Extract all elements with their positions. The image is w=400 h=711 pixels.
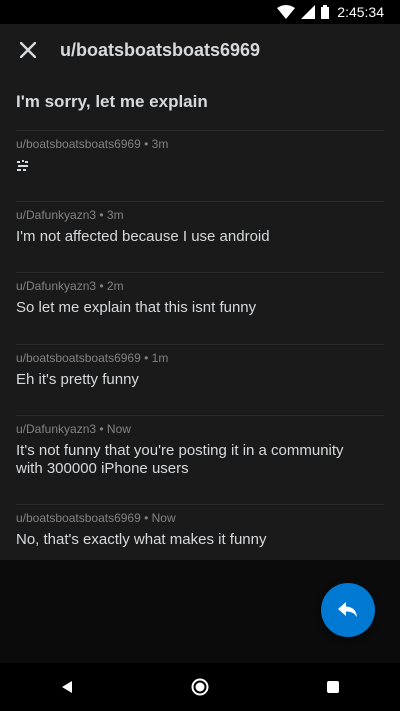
system-nav-bar bbox=[0, 663, 400, 711]
chat-title: u/boatsboatsboats6969 bbox=[60, 39, 261, 60]
back-button[interactable] bbox=[43, 663, 91, 711]
status-bar: 2:45:34 bbox=[0, 0, 400, 24]
message-meta: u/Dafunkyazn3 • 2m bbox=[16, 279, 124, 293]
message-item: u/boatsboatsboats6969 • 3m bbox=[16, 130, 384, 178]
chat-header: u/boatsboatsboats6969 bbox=[0, 24, 400, 76]
reply-button[interactable] bbox=[321, 583, 375, 637]
message-meta: u/Dafunkyazn3 • 3m bbox=[16, 208, 124, 222]
message-item: u/boatsboatsboats6969 • 1m Eh it's prett… bbox=[16, 344, 384, 389]
close-button[interactable] bbox=[16, 38, 40, 62]
recents-button[interactable] bbox=[309, 663, 357, 711]
battery-icon bbox=[321, 5, 330, 19]
message-item: u/boatsboatsboats6969 • Now No, that's e… bbox=[16, 504, 384, 549]
message-item: u/Dafunkyazn3 • Now It's not funny that … bbox=[16, 415, 384, 478]
close-icon bbox=[20, 42, 36, 58]
chat-content: I'm sorry, let me explain u/boatsboatsbo… bbox=[0, 76, 400, 560]
status-icons bbox=[277, 5, 330, 19]
message-text: So let me explain that this isnt funny bbox=[16, 299, 257, 316]
back-icon bbox=[61, 681, 72, 693]
message-meta: u/boatsboatsboats6969 • Now bbox=[16, 511, 176, 525]
message-meta: u/Dafunkyazn3 • Now bbox=[16, 422, 131, 436]
status-time: 2:45:34 bbox=[337, 4, 384, 20]
message-text: It's not funny that you're posting it in… bbox=[16, 442, 384, 478]
reply-icon bbox=[338, 602, 357, 617]
wifi-icon bbox=[277, 5, 296, 19]
message-meta: u/boatsboatsboats6969 • 1m bbox=[16, 351, 169, 365]
message-item: u/Dafunkyazn3 • 3m I'm not affected beca… bbox=[16, 201, 384, 246]
snoo-emoji-icon bbox=[17, 160, 28, 171]
home-icon bbox=[191, 678, 209, 696]
message-text-line: It's not funny that you're posting it in… bbox=[16, 442, 344, 459]
recents-icon bbox=[327, 681, 340, 693]
message-meta: u/boatsboatsboats6969 • 3m bbox=[16, 137, 169, 151]
signal-icon bbox=[301, 5, 316, 19]
message-text: Eh it's pretty funny bbox=[16, 371, 139, 388]
home-button[interactable] bbox=[176, 663, 224, 711]
message-text-line: with 300000 iPhone users bbox=[16, 460, 189, 477]
message-text: I'm not affected because I use android bbox=[16, 228, 270, 245]
message-item: u/Dafunkyazn3 • 2m So let me explain tha… bbox=[16, 272, 384, 317]
message-text: No, that's exactly what makes it funny bbox=[16, 531, 267, 548]
post-title: I'm sorry, let me explain bbox=[16, 92, 208, 111]
